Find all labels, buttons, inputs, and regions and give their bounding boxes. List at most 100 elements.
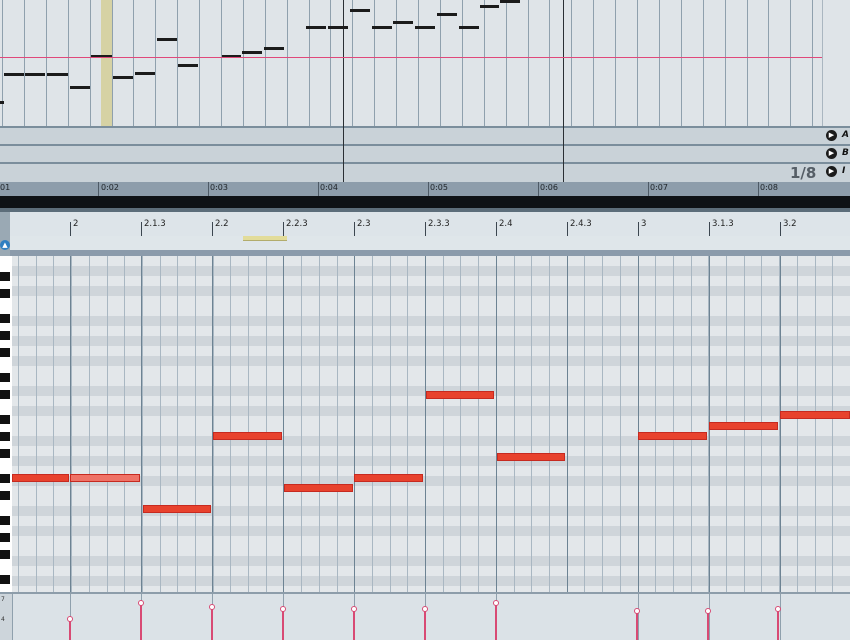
velocity-stem[interactable]	[777, 610, 779, 640]
velocity-handle[interactable]	[634, 608, 640, 614]
black-key[interactable]	[0, 474, 10, 483]
black-key[interactable]	[0, 432, 10, 441]
velocity-handle[interactable]	[775, 606, 781, 612]
grid-line	[531, 256, 532, 592]
midi-note[interactable]	[638, 432, 707, 440]
grid-line	[571, 0, 572, 126]
arrangement-note	[0, 101, 4, 104]
midi-note[interactable]	[70, 474, 140, 482]
velocity-lane[interactable]	[12, 592, 850, 640]
arrangement-note	[25, 73, 45, 76]
loop-brace[interactable]	[243, 236, 287, 241]
midi-note[interactable]	[284, 484, 353, 492]
arrangement-note	[70, 86, 90, 89]
grid-line	[230, 256, 231, 592]
velocity-stem[interactable]	[69, 620, 71, 640]
velocity-handle[interactable]	[138, 600, 144, 606]
loop-bar[interactable]	[10, 236, 850, 251]
velocity-stem[interactable]	[211, 608, 213, 640]
grid-line	[390, 256, 391, 592]
velocity-stem[interactable]	[495, 604, 497, 640]
midi-note[interactable]	[426, 391, 494, 399]
grid-line	[133, 0, 134, 126]
midi-note[interactable]	[213, 432, 282, 440]
black-key[interactable]	[0, 272, 10, 281]
arrangement-note	[157, 38, 177, 41]
midi-note[interactable]	[354, 474, 423, 482]
time-ruler[interactable]: 01 0:02 0:03 0:04 0:05 0:06 0:07 0:08	[0, 182, 850, 196]
velocity-handle[interactable]	[422, 606, 428, 612]
arrangement-note	[242, 51, 262, 54]
velocity-handle[interactable]	[351, 606, 357, 612]
black-key[interactable]	[0, 550, 10, 559]
grid-line	[440, 0, 441, 126]
black-key[interactable]	[0, 575, 10, 584]
automation-line[interactable]	[0, 57, 822, 58]
beat-line	[638, 594, 639, 640]
time-label: 0:06	[540, 183, 558, 192]
note-grid[interactable]	[12, 256, 850, 592]
velocity-stem[interactable]	[140, 604, 142, 640]
grid-line	[46, 0, 47, 126]
black-key[interactable]	[0, 331, 10, 340]
view-divider[interactable]	[0, 196, 850, 208]
beat-ruler[interactable]: 2 2.1.3 2.2 2.2.3 2.3 2.3.3 2.4 2.4.3 3 …	[10, 212, 850, 237]
midi-note[interactable]	[780, 411, 850, 419]
velocity-stem[interactable]	[282, 610, 284, 640]
beat-line	[141, 256, 142, 592]
black-key[interactable]	[0, 314, 10, 323]
velocity-handle[interactable]	[209, 604, 215, 610]
velocity-stem[interactable]	[424, 610, 426, 640]
beat-line	[12, 594, 13, 640]
bar-line	[343, 0, 344, 126]
lane-i-play-icon[interactable]: ▶	[826, 166, 837, 177]
black-key[interactable]	[0, 348, 10, 357]
midi-note[interactable]	[12, 474, 69, 482]
lane-i-label: I	[842, 166, 846, 176]
grid-line	[177, 256, 178, 592]
arrangement-note	[480, 5, 499, 8]
arrangement-note	[113, 76, 133, 79]
arrangement-note	[178, 64, 198, 67]
grid-line	[615, 0, 616, 126]
lane-a-play-icon[interactable]: ▶	[826, 130, 837, 141]
black-key[interactable]	[0, 415, 10, 424]
black-key[interactable]	[0, 516, 10, 525]
arrangement-view[interactable]	[0, 0, 822, 126]
black-key[interactable]	[0, 373, 10, 382]
grid-line	[593, 0, 594, 126]
arrangement-note	[459, 26, 479, 29]
midi-note[interactable]	[143, 505, 211, 513]
grid-line	[396, 0, 397, 126]
grid-line	[301, 256, 302, 592]
velocity-handle[interactable]	[493, 600, 499, 606]
grid-line	[213, 256, 214, 592]
black-key[interactable]	[0, 533, 10, 542]
grid-line	[790, 0, 791, 126]
grid-line	[620, 256, 621, 592]
velocity-handle[interactable]	[280, 606, 286, 612]
grid-line	[407, 256, 408, 592]
black-key[interactable]	[0, 390, 10, 399]
velocity-stem[interactable]	[636, 612, 638, 640]
black-key[interactable]	[0, 491, 10, 500]
velocity-handle[interactable]	[705, 608, 711, 614]
black-key[interactable]	[0, 289, 10, 298]
time-label: 0:03	[210, 183, 228, 192]
grid-value-label[interactable]: 1/8	[790, 164, 816, 182]
velocity-stem[interactable]	[353, 610, 355, 640]
midi-note[interactable]	[709, 422, 778, 430]
lane-b-play-icon[interactable]: ▶	[826, 148, 837, 159]
black-key[interactable]	[0, 449, 10, 458]
grid-line	[155, 0, 156, 126]
grid-line	[36, 256, 37, 592]
arrangement-note	[264, 47, 284, 50]
midi-note[interactable]	[497, 453, 565, 461]
grid-line	[812, 0, 813, 126]
fold-icon[interactable]: ▲	[0, 240, 10, 250]
velocity-stem[interactable]	[707, 612, 709, 640]
grid-line	[199, 0, 200, 126]
velocity-handle[interactable]	[67, 616, 73, 622]
beat-label: 2.2	[215, 219, 229, 229]
arrangement-scroll-area[interactable]	[822, 0, 850, 126]
